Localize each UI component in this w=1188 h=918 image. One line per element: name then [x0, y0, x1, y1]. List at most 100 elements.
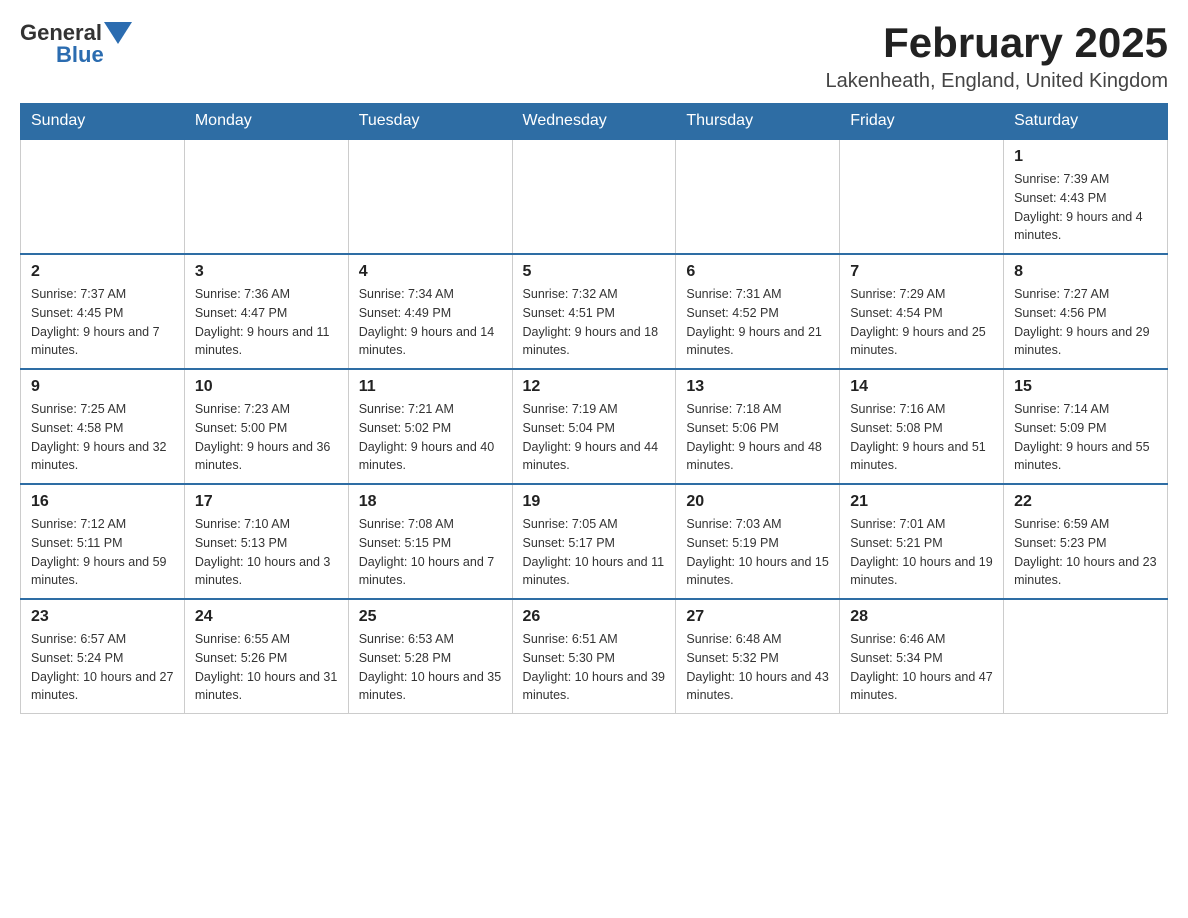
day-info: Sunrise: 7:29 AMSunset: 4:54 PMDaylight:… — [850, 285, 993, 360]
day-info: Sunrise: 7:36 AMSunset: 4:47 PMDaylight:… — [195, 285, 338, 360]
day-info: Sunrise: 7:18 AMSunset: 5:06 PMDaylight:… — [686, 400, 829, 475]
calendar-day-cell: 26Sunrise: 6:51 AMSunset: 5:30 PMDayligh… — [512, 599, 676, 714]
day-number: 28 — [850, 608, 993, 626]
day-info: Sunrise: 7:19 AMSunset: 5:04 PMDaylight:… — [523, 400, 666, 475]
day-info: Sunrise: 6:59 AMSunset: 5:23 PMDaylight:… — [1014, 515, 1157, 590]
calendar-header-row: Sunday Monday Tuesday Wednesday Thursday… — [21, 104, 1168, 140]
location-title: Lakenheath, England, United Kingdom — [826, 70, 1168, 93]
day-info: Sunrise: 7:10 AMSunset: 5:13 PMDaylight:… — [195, 515, 338, 590]
day-number: 19 — [523, 493, 666, 511]
col-sunday: Sunday — [21, 104, 185, 140]
calendar-day-cell: 14 Sunrise: 7:16 AMSunset: 5:08 PMDayligh… — [840, 369, 1004, 484]
col-friday: Friday — [840, 104, 1004, 140]
calendar-week-row: 9 Sunrise: 7:25 AMSunset: 4:58 PMDaylight… — [21, 369, 1168, 484]
calendar-day-cell: 2Sunrise: 7:37 AMSunset: 4:45 PMDaylight… — [21, 254, 185, 369]
col-thursday: Thursday — [676, 104, 840, 140]
day-info: Sunrise: 6:51 AMSunset: 5:30 PMDaylight:… — [523, 630, 666, 705]
calendar-day-cell: 20 Sunrise: 7:03 AMSunset: 5:19 PMDayligh… — [676, 484, 840, 599]
calendar-day-cell: 22 Sunrise: 6:59 AMSunset: 5:23 PMDayligh… — [1004, 484, 1168, 599]
day-info: Sunrise: 6:55 AMSunset: 5:26 PMDaylight:… — [195, 630, 338, 705]
day-info: Sunrise: 7:16 AMSunset: 5:08 PMDaylight:… — [850, 400, 993, 475]
day-number: 23 — [31, 608, 174, 626]
calendar-week-row: 16Sunrise: 7:12 AMSunset: 5:11 PMDayligh… — [21, 484, 1168, 599]
day-number: 16 — [31, 493, 174, 511]
calendar-day-cell: 5 Sunrise: 7:32 AMSunset: 4:51 PMDaylight… — [512, 254, 676, 369]
day-info: Sunrise: 7:05 AMSunset: 5:17 PMDaylight:… — [523, 515, 666, 590]
calendar-day-cell: 3 Sunrise: 7:36 AMSunset: 4:47 PMDaylight… — [184, 254, 348, 369]
day-info: Sunrise: 7:39 AMSunset: 4:43 PMDaylight:… — [1014, 170, 1157, 245]
calendar-day-cell: 24 Sunrise: 6:55 AMSunset: 5:26 PMDayligh… — [184, 599, 348, 714]
calendar-day-cell: 7 Sunrise: 7:29 AMSunset: 4:54 PMDaylight… — [840, 254, 1004, 369]
title-block: February 2025 Lakenheath, England, Unite… — [826, 20, 1168, 93]
day-info: Sunrise: 6:48 AMSunset: 5:32 PMDaylight:… — [686, 630, 829, 705]
day-number: 8 — [1014, 263, 1157, 281]
day-number: 10 — [195, 378, 338, 396]
day-number: 24 — [195, 608, 338, 626]
day-number: 3 — [195, 263, 338, 281]
day-info: Sunrise: 7:37 AMSunset: 4:45 PMDaylight:… — [31, 285, 174, 360]
calendar-day-cell: 19 Sunrise: 7:05 AMSunset: 5:17 PMDayligh… — [512, 484, 676, 599]
calendar-day-cell: 18 Sunrise: 7:08 AMSunset: 5:15 PMDayligh… — [348, 484, 512, 599]
page-header: General Blue February 2025 Lakenheath, E… — [20, 20, 1168, 93]
calendar-day-cell: 4Sunrise: 7:34 AMSunset: 4:49 PMDaylight… — [348, 254, 512, 369]
calendar-week-row: 23 Sunrise: 6:57 AMSunset: 5:24 PMDayligh… — [21, 599, 1168, 714]
day-number: 14 — [850, 378, 993, 396]
day-info: Sunrise: 6:57 AMSunset: 5:24 PMDaylight:… — [31, 630, 174, 705]
day-info: Sunrise: 6:53 AMSunset: 5:28 PMDaylight:… — [359, 630, 502, 705]
month-title: February 2025 — [826, 20, 1168, 66]
col-monday: Monday — [184, 104, 348, 140]
calendar-day-cell: 11Sunrise: 7:21 AMSunset: 5:02 PMDayligh… — [348, 369, 512, 484]
col-wednesday: Wednesday — [512, 104, 676, 140]
logo-blue-text: Blue — [56, 42, 104, 68]
calendar-day-cell — [348, 139, 512, 254]
day-number: 5 — [523, 263, 666, 281]
day-number: 20 — [686, 493, 829, 511]
col-tuesday: Tuesday — [348, 104, 512, 140]
calendar-day-cell: 21Sunrise: 7:01 AMSunset: 5:21 PMDayligh… — [840, 484, 1004, 599]
calendar-day-cell: 27 Sunrise: 6:48 AMSunset: 5:32 PMDayligh… — [676, 599, 840, 714]
calendar-day-cell — [21, 139, 185, 254]
day-info: Sunrise: 7:25 AMSunset: 4:58 PMDaylight:… — [31, 400, 174, 475]
day-number: 7 — [850, 263, 993, 281]
day-number: 9 — [31, 378, 174, 396]
day-number: 17 — [195, 493, 338, 511]
day-number: 13 — [686, 378, 829, 396]
calendar-day-cell: 8 Sunrise: 7:27 AMSunset: 4:56 PMDaylight… — [1004, 254, 1168, 369]
day-number: 15 — [1014, 378, 1157, 396]
calendar-day-cell: 13 Sunrise: 7:18 AMSunset: 5:06 PMDayligh… — [676, 369, 840, 484]
day-number: 1 — [1014, 148, 1157, 166]
calendar-day-cell — [676, 139, 840, 254]
day-number: 27 — [686, 608, 829, 626]
day-info: Sunrise: 7:27 AMSunset: 4:56 PMDaylight:… — [1014, 285, 1157, 360]
calendar-table: Sunday Monday Tuesday Wednesday Thursday… — [20, 103, 1168, 714]
col-saturday: Saturday — [1004, 104, 1168, 140]
logo-triangle-icon — [104, 22, 132, 44]
calendar-day-cell: 12 Sunrise: 7:19 AMSunset: 5:04 PMDayligh… — [512, 369, 676, 484]
day-info: Sunrise: 7:23 AMSunset: 5:00 PMDaylight:… — [195, 400, 338, 475]
calendar-day-cell: 16Sunrise: 7:12 AMSunset: 5:11 PMDayligh… — [21, 484, 185, 599]
day-info: Sunrise: 7:31 AMSunset: 4:52 PMDaylight:… — [686, 285, 829, 360]
calendar-day-cell: 15 Sunrise: 7:14 AMSunset: 5:09 PMDayligh… — [1004, 369, 1168, 484]
day-info: Sunrise: 6:46 AMSunset: 5:34 PMDaylight:… — [850, 630, 993, 705]
calendar-day-cell: 25 Sunrise: 6:53 AMSunset: 5:28 PMDayligh… — [348, 599, 512, 714]
calendar-day-cell: 23 Sunrise: 6:57 AMSunset: 5:24 PMDayligh… — [21, 599, 185, 714]
calendar-day-cell: 10 Sunrise: 7:23 AMSunset: 5:00 PMDayligh… — [184, 369, 348, 484]
calendar-day-cell — [512, 139, 676, 254]
day-info: Sunrise: 7:34 AMSunset: 4:49 PMDaylight:… — [359, 285, 502, 360]
calendar-day-cell: 1 Sunrise: 7:39 AMSunset: 4:43 PMDaylight… — [1004, 139, 1168, 254]
day-number: 25 — [359, 608, 502, 626]
calendar-day-cell — [840, 139, 1004, 254]
calendar-day-cell: 28 Sunrise: 6:46 AMSunset: 5:34 PMDayligh… — [840, 599, 1004, 714]
calendar-day-cell: 9 Sunrise: 7:25 AMSunset: 4:58 PMDaylight… — [21, 369, 185, 484]
day-number: 12 — [523, 378, 666, 396]
day-info: Sunrise: 7:01 AMSunset: 5:21 PMDaylight:… — [850, 515, 993, 590]
day-info: Sunrise: 7:03 AMSunset: 5:19 PMDaylight:… — [686, 515, 829, 590]
day-number: 22 — [1014, 493, 1157, 511]
day-info: Sunrise: 7:08 AMSunset: 5:15 PMDaylight:… — [359, 515, 502, 590]
calendar-day-cell — [184, 139, 348, 254]
calendar-day-cell — [1004, 599, 1168, 714]
day-info: Sunrise: 7:32 AMSunset: 4:51 PMDaylight:… — [523, 285, 666, 360]
day-number: 18 — [359, 493, 502, 511]
day-info: Sunrise: 7:14 AMSunset: 5:09 PMDaylight:… — [1014, 400, 1157, 475]
day-info: Sunrise: 7:21 AMSunset: 5:02 PMDaylight:… — [359, 400, 502, 475]
